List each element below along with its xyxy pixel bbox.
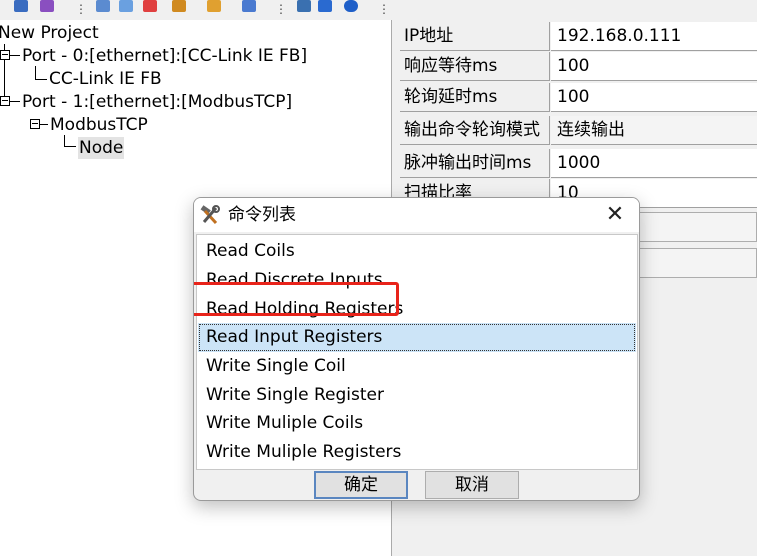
collapse-icon[interactable] (0, 96, 10, 106)
toolbar-button-icon[interactable] (40, 0, 54, 12)
collapse-icon[interactable] (0, 50, 10, 60)
property-row: 输出命令轮询模式 连续输出 (400, 116, 757, 146)
tree-node-root[interactable]: New Project (0, 22, 99, 44)
list-item[interactable]: Read Holding Registers (198, 295, 636, 324)
dialog-titlebar[interactable]: 命令列表 ✕ (194, 198, 639, 232)
property-key: 轮询延时ms (400, 83, 550, 112)
tree-connector (10, 101, 20, 102)
toolbar-button-icon[interactable] (318, 0, 332, 12)
toolbar-button-icon[interactable] (242, 0, 256, 12)
list-item[interactable]: Write Muliple Registers (198, 438, 636, 467)
toolbar-button-icon[interactable] (96, 0, 110, 12)
property-row: 脉冲输出时间ms 1000 (400, 149, 757, 179)
tree-connector (10, 55, 20, 56)
tree-node-port0[interactable]: Port - 0:[ethernet]:[CC-Link IE FB] (22, 45, 307, 67)
tree-connector (35, 79, 47, 80)
cancel-button[interactable]: 取消 (425, 471, 519, 499)
property-key: 脉冲输出时间ms (400, 149, 550, 178)
property-key: IP地址 (400, 22, 550, 51)
ok-button[interactable]: 确定 (314, 471, 408, 499)
list-item[interactable]: Read Discrete Inputs (198, 266, 636, 295)
property-row: 响应等待ms 100 (400, 52, 757, 82)
property-value[interactable]: 100 (551, 52, 757, 81)
toolbar-button-icon[interactable] (207, 0, 221, 12)
property-row: IP地址 192.168.0.111 (400, 22, 757, 52)
command-listbox[interactable]: Read Coils Read Discrete Inputs Read Hol… (196, 234, 638, 470)
toolbar-button-icon[interactable] (14, 0, 28, 12)
command-list-dialog: 命令列表 ✕ Read Coils Read Discrete Inputs R… (193, 197, 640, 501)
list-item-selected[interactable]: Read Input Registers (198, 323, 636, 352)
info-icon[interactable] (344, 0, 358, 12)
toolbar-separator: ⋮ (75, 2, 87, 16)
property-value[interactable]: 1000 (551, 149, 757, 178)
property-key: 响应等待ms (400, 52, 550, 81)
tree-connector (40, 124, 48, 125)
property-value-combo[interactable]: 连续输出 (551, 116, 757, 145)
tree-node-cclink[interactable]: CC-Link IE FB (49, 68, 162, 90)
property-value[interactable]: 100 (551, 83, 757, 112)
toolbar-button-icon[interactable] (119, 0, 133, 12)
property-row: 轮询延时ms 100 (400, 83, 757, 113)
toolbar-button-icon[interactable] (172, 0, 186, 12)
tools-icon (200, 205, 220, 225)
toolbar-button-icon[interactable] (297, 0, 311, 12)
toolbar-separator: ⋮ (275, 2, 287, 16)
tree-connector (35, 66, 36, 80)
collapse-icon[interactable] (30, 119, 40, 129)
list-item[interactable]: Write Single Register (198, 381, 636, 410)
list-item[interactable]: Write Muliple Coils (198, 409, 636, 438)
tree-node-port1[interactable]: Port - 1:[ethernet]:[ModbusTCP] (22, 91, 292, 113)
list-item[interactable]: Write Single Coil (198, 352, 636, 381)
toolbar: ⋮ ⋮ ⋮ (0, 0, 757, 20)
toolbar-button-icon[interactable] (143, 0, 157, 12)
tree-connector (64, 146, 76, 147)
list-item[interactable]: Read Coils (198, 237, 636, 266)
tree-node-node[interactable]: Node (78, 137, 125, 159)
property-key: 输出命令轮询模式 (400, 116, 550, 145)
toolbar-separator: ⋮ (378, 2, 390, 16)
property-value[interactable]: 192.168.0.111 (551, 22, 757, 51)
close-icon[interactable]: ✕ (601, 202, 629, 228)
dialog-title: 命令列表 (228, 205, 296, 225)
tree-node-modbustcp[interactable]: ModbusTCP (50, 114, 148, 136)
